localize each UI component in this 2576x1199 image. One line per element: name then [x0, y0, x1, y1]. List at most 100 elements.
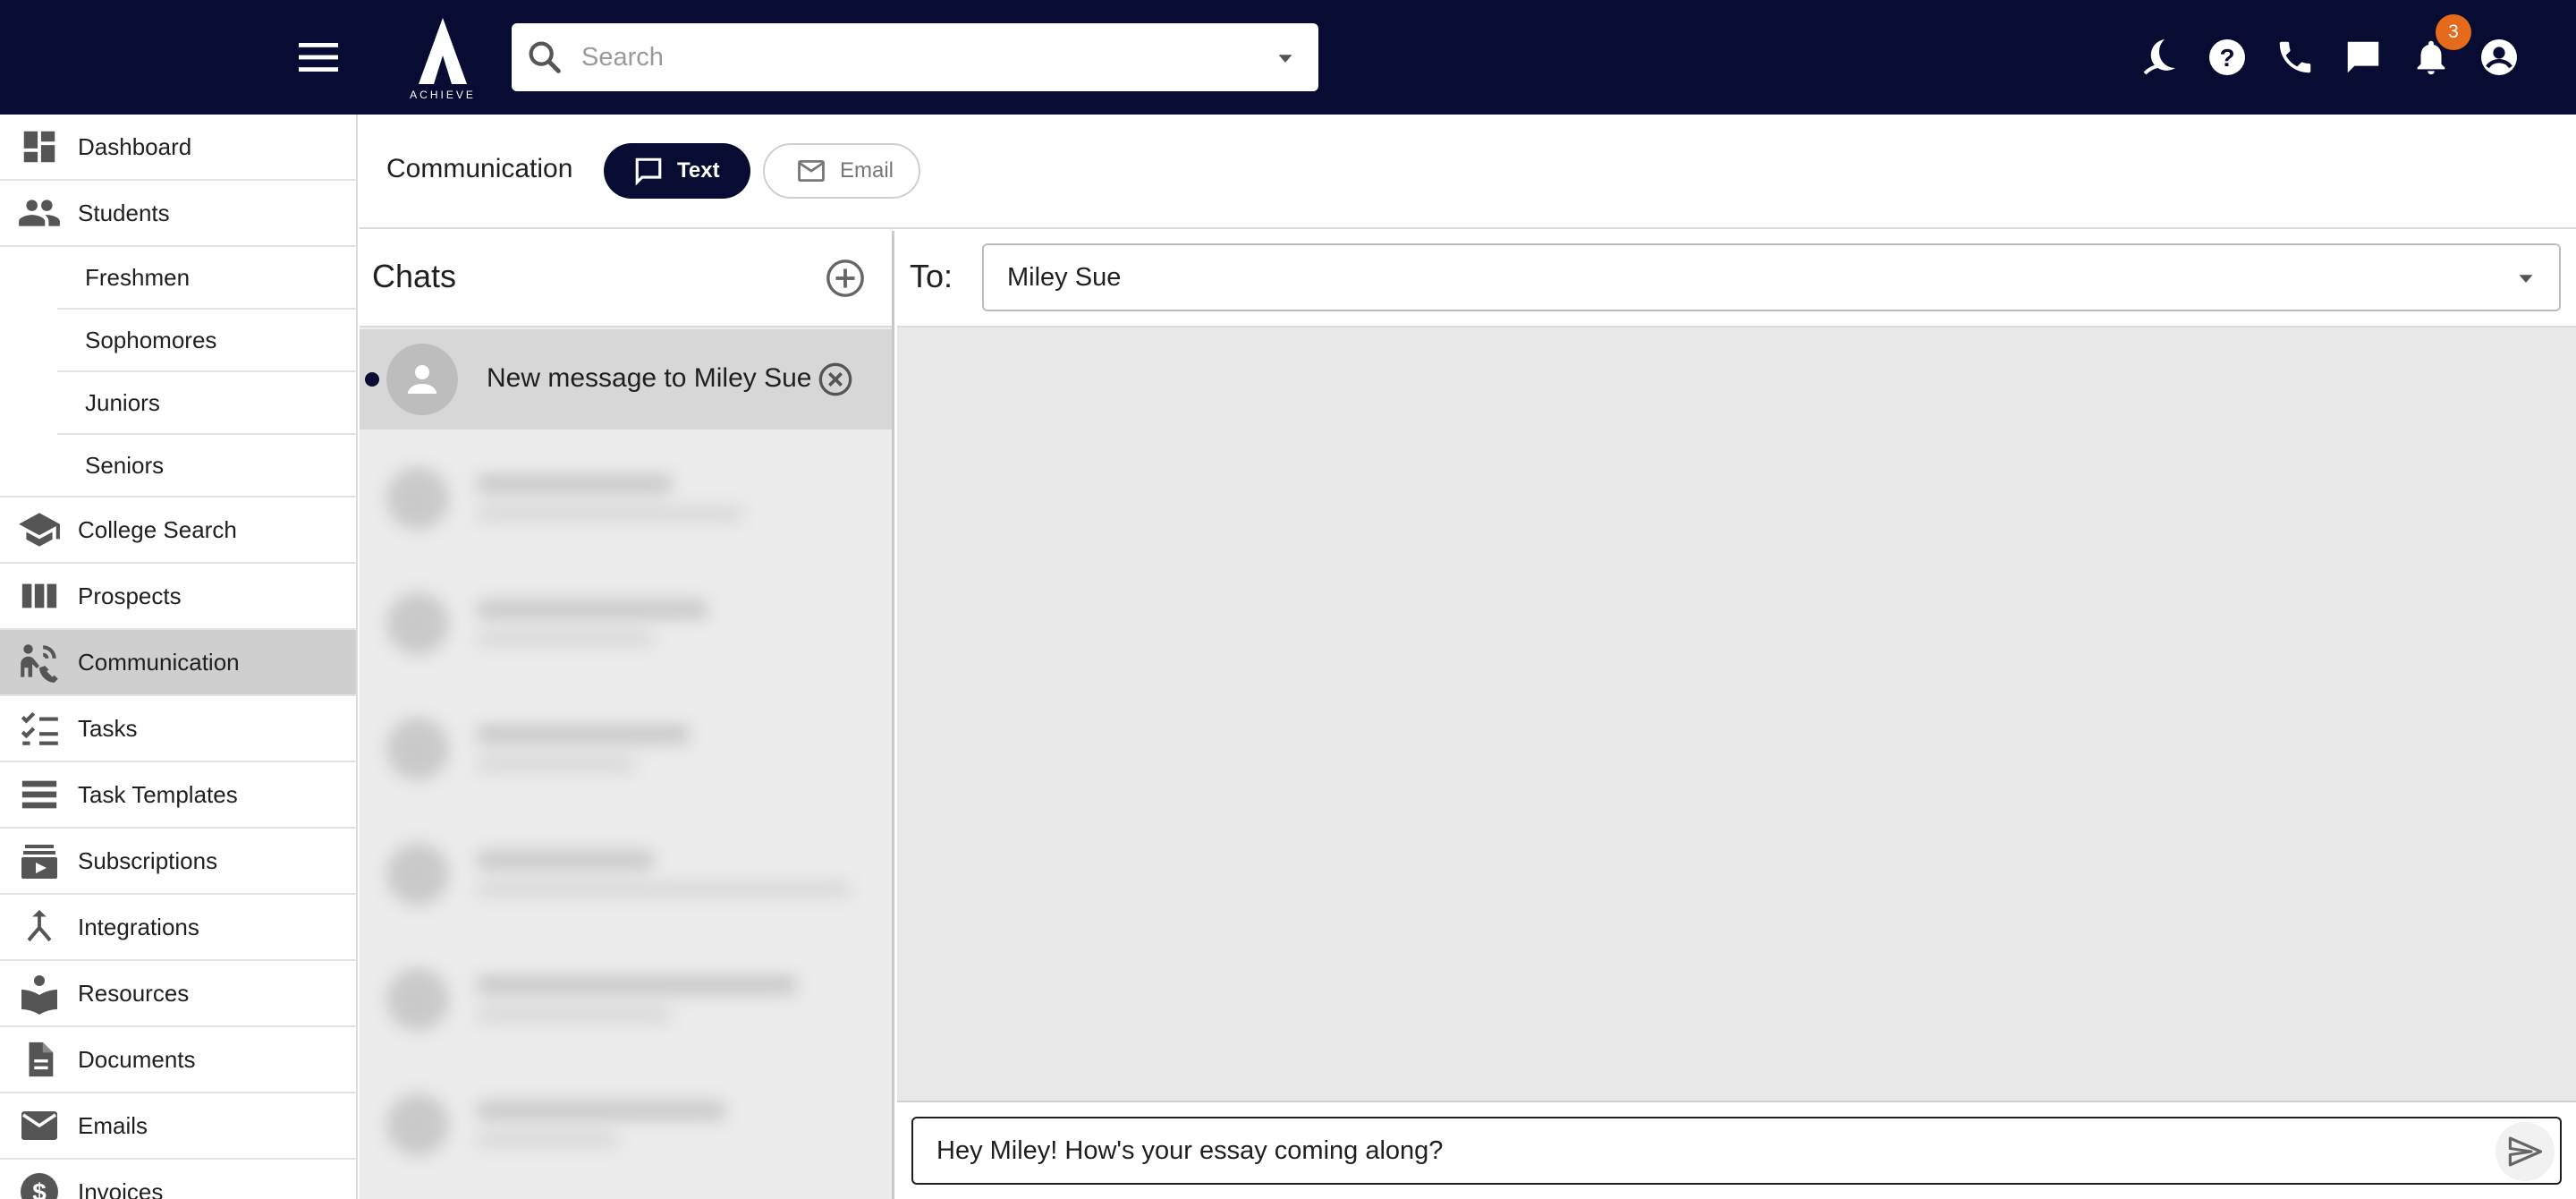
mail-icon — [16, 1102, 63, 1149]
sidebar-item-integrations[interactable]: Integrations — [0, 895, 356, 961]
avatar — [386, 344, 458, 415]
account-icon — [2481, 39, 2517, 75]
list-item[interactable] — [377, 943, 878, 1050]
sidebar-subitem-freshmen[interactable]: Freshmen — [57, 247, 356, 310]
book-icon — [16, 970, 63, 1016]
send-button[interactable] — [2496, 1122, 2555, 1181]
sidebar-item-label: Documents — [78, 1045, 196, 1073]
menu-button[interactable] — [286, 32, 351, 82]
tab-text-label: Text — [677, 158, 720, 183]
sidebar-item-documents[interactable]: Documents — [0, 1027, 356, 1093]
search-icon — [529, 41, 561, 73]
search-input[interactable] — [581, 42, 1243, 72]
sidebar-item-label: Tasks — [78, 714, 138, 742]
page-title: Communication — [386, 154, 573, 183]
sidebar-item-label: Dashboard — [78, 132, 192, 160]
sidebar-item-subscriptions[interactable]: Subscriptions — [0, 829, 356, 895]
chat-icon — [2347, 41, 2379, 73]
list-icon — [16, 771, 63, 818]
sidebar-item-dashboard[interactable]: Dashboard — [0, 115, 356, 181]
tab-email-label: Email — [840, 158, 894, 183]
mail-outline-icon — [795, 155, 827, 187]
dollar-icon: $ — [16, 1169, 63, 1199]
list-item[interactable] — [377, 442, 878, 549]
messages-button[interactable] — [2336, 30, 2390, 84]
dark-mode-icon — [2143, 39, 2175, 75]
sidebar-item-label: Subscriptions — [78, 846, 218, 874]
phone-icon — [2279, 41, 2311, 73]
to-label: To: — [910, 258, 953, 294]
message-text: Hey Miley! How's your essay coming along… — [936, 1135, 1444, 1165]
dropdown-arrow-icon[interactable] — [1272, 45, 1299, 72]
dark-mode-button[interactable] — [2134, 30, 2188, 84]
chat-bubble-icon — [632, 155, 665, 187]
sidebar-item-communication[interactable]: Communication — [0, 630, 356, 696]
sidebar-nav: Dashboard Students Freshmen Sophomores J… — [0, 115, 358, 1199]
tab-text[interactable]: Text — [604, 143, 750, 199]
send-icon — [2508, 1136, 2543, 1167]
notification-count-badge: 3 — [2436, 14, 2471, 50]
person-icon — [408, 365, 436, 394]
sidebar-item-label: Integrations — [78, 913, 199, 940]
sidebar-subitem-seniors[interactable]: Seniors — [0, 435, 356, 497]
blurred-chat-list — [360, 442, 892, 1199]
merge-icon — [16, 904, 63, 950]
people-icon — [16, 190, 63, 236]
account-button[interactable] — [2472, 30, 2526, 84]
sidebar-item-label: Students — [78, 199, 170, 226]
help-button[interactable]: ? — [2200, 30, 2254, 84]
achieve-logo[interactable]: ACHIEVE — [394, 13, 492, 102]
sidebar-item-invoices[interactable]: $ Invoices — [0, 1160, 356, 1199]
svg-text:ACHIEVE: ACHIEVE — [410, 89, 476, 101]
sidebar-subitem-sophomores[interactable]: Sophomores — [57, 310, 356, 372]
message-input[interactable]: Hey Miley! How's your essay coming along… — [911, 1117, 2562, 1185]
chevron-down-icon — [2519, 275, 2533, 283]
svg-text:?: ? — [2219, 44, 2234, 72]
sidebar-item-resources[interactable]: Resources — [0, 961, 356, 1027]
sidebar-item-label: Resources — [78, 979, 190, 1007]
sidebar-item-college-search[interactable]: College Search — [0, 497, 356, 564]
top-app-bar: ACHIEVE ? 3 — [0, 0, 2576, 115]
sidebar-item-label: Prospects — [78, 582, 182, 609]
sidebar-item-task-templates[interactable]: Task Templates — [0, 762, 356, 829]
sidebar-item-label: Sophomores — [85, 326, 217, 353]
communication-icon — [16, 639, 63, 685]
columns-icon — [16, 573, 63, 619]
chat-list-item[interactable]: New message to Miley Sue — [360, 329, 892, 429]
checklist-icon — [16, 705, 63, 752]
recipient-select[interactable]: Miley Sue — [982, 243, 2561, 311]
help-icon: ? — [2209, 39, 2245, 75]
compose-area: Hey Miley! How's your essay coming along… — [897, 1101, 2576, 1199]
close-chat-icon[interactable] — [818, 361, 853, 397]
svg-text:$: $ — [32, 1178, 47, 1199]
dashboard-icon — [16, 123, 63, 170]
chat-title: New message to Miley Sue — [487, 363, 812, 393]
recipient-row: To: Miley Sue — [897, 231, 2576, 327]
add-chat-icon[interactable] — [825, 258, 866, 299]
chats-title: Chats — [372, 258, 457, 294]
sidebar-item-emails[interactable]: Emails — [0, 1093, 356, 1160]
search-bar[interactable] — [512, 23, 1318, 91]
list-item[interactable] — [377, 693, 878, 800]
recipient-value: Miley Sue — [1007, 262, 1122, 292]
document-icon — [16, 1036, 63, 1083]
sidebar-item-label: Communication — [78, 648, 240, 676]
chats-header: Chats — [360, 231, 892, 327]
conversation-panel: To: Miley Sue Hey Miley! How's your essa… — [897, 231, 2576, 1199]
sidebar-item-students[interactable]: Students — [0, 181, 356, 247]
sidebar-item-tasks[interactable]: Tasks — [0, 696, 356, 762]
list-item[interactable] — [377, 1068, 878, 1176]
sidebar-item-label: Invoices — [78, 1178, 164, 1199]
list-item[interactable] — [377, 818, 878, 925]
tab-email[interactable]: Email — [763, 143, 920, 199]
menu-icon — [299, 43, 338, 72]
sidebar-item-prospects[interactable]: Prospects — [0, 564, 356, 630]
sidebar-item-label: Seniors — [85, 451, 165, 479]
sidebar-item-label: Freshmen — [85, 263, 191, 291]
communication-header: Communication Text Email — [360, 115, 2576, 229]
sidebar-item-label: College Search — [78, 515, 237, 543]
list-item[interactable] — [377, 567, 878, 675]
unread-dot — [365, 372, 379, 387]
sidebar-subitem-juniors[interactable]: Juniors — [57, 372, 356, 435]
phone-button[interactable] — [2268, 30, 2322, 84]
